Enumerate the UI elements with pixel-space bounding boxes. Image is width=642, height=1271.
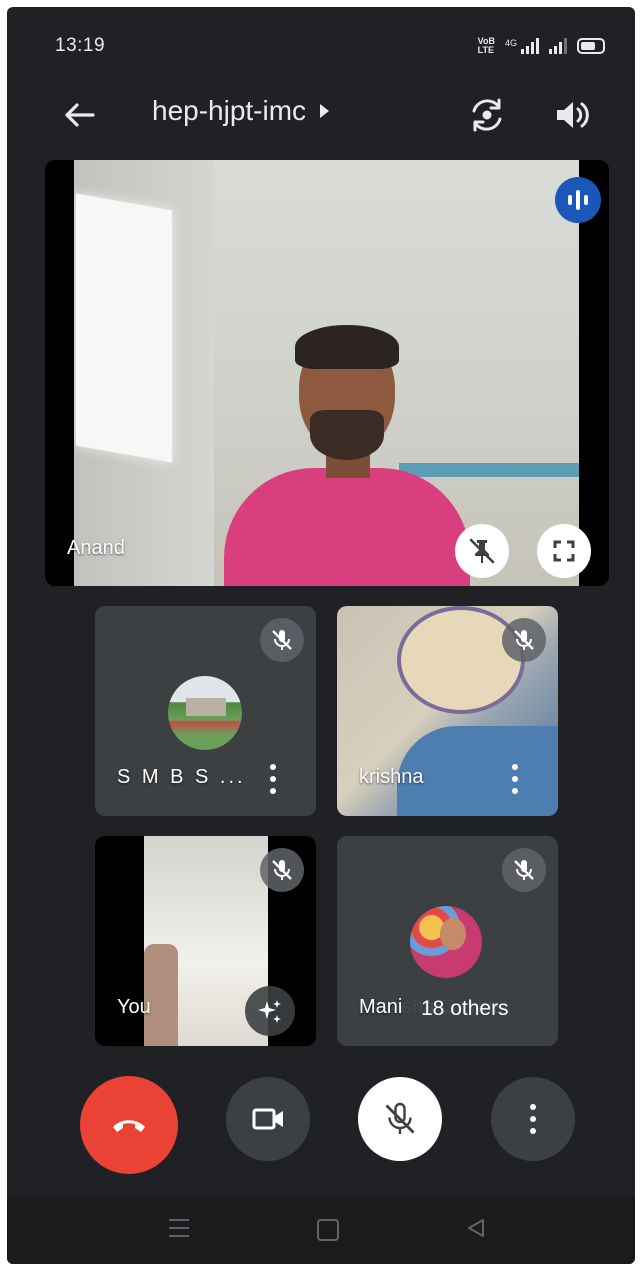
speaker-icon[interactable]: [549, 93, 593, 137]
participant-name: krishna: [359, 766, 424, 788]
nav-back-icon[interactable]: [465, 1217, 487, 1239]
window: [76, 193, 172, 463]
network-type: 4G: [504, 38, 517, 48]
more-vert-icon[interactable]: [268, 764, 278, 794]
avatar: [410, 906, 482, 978]
signal-icon-sim2: [549, 38, 567, 54]
participant-name: You: [117, 996, 151, 1018]
mic-off-icon: [260, 618, 304, 662]
arrow-left-icon[interactable]: [59, 95, 99, 135]
status-icons: VoB LTE 4G: [478, 37, 605, 55]
participant-video: [74, 160, 579, 586]
camera-toggle-button[interactable]: [226, 1077, 310, 1161]
fullscreen-icon: [553, 540, 575, 562]
participant-name: Anand: [67, 537, 125, 559]
status-time: 13:19: [55, 35, 106, 56]
participant-tile[interactable]: krishna: [337, 606, 558, 816]
self-view-tile[interactable]: You: [95, 836, 316, 1046]
more-options-button[interactable]: [491, 1077, 575, 1161]
mic-off-icon: [385, 1102, 415, 1134]
signal-icon: 4G: [505, 38, 539, 54]
avatar: [168, 676, 242, 750]
flip-camera-icon[interactable]: [465, 93, 509, 137]
participant-tile[interactable]: S M B S ...: [95, 606, 316, 816]
video-camera-icon: [252, 1108, 283, 1130]
participant-tile[interactable]: Manisha Gavale 18 others: [337, 836, 558, 1046]
home-icon[interactable]: [317, 1219, 339, 1241]
effects-button[interactable]: [245, 986, 295, 1036]
audio-level-icon: [555, 177, 601, 223]
sparkle-icon: [258, 1000, 281, 1023]
mic-toggle-button[interactable]: [358, 1077, 442, 1161]
unpin-icon: [469, 538, 495, 564]
phone-hangup-icon: [113, 1120, 145, 1132]
battery-icon: [577, 38, 605, 54]
meet-call-screen: 13:19 VoB LTE 4G hep-hjpt-imc Anand S M …: [7, 7, 635, 1264]
recents-icon[interactable]: [169, 1219, 189, 1237]
more-vert-icon[interactable]: [510, 764, 520, 794]
mic-off-icon: [502, 618, 546, 662]
leave-call-button[interactable]: [80, 1076, 178, 1174]
others-count-button[interactable]: 18 others: [401, 986, 529, 1032]
caret-right-icon: [320, 104, 330, 118]
more-vert-icon: [528, 1104, 538, 1134]
mic-off-icon: [260, 848, 304, 892]
volte-icon: VoB LTE: [477, 36, 495, 55]
unpin-button[interactable]: [455, 524, 509, 578]
participant-name: S M B S ...: [117, 766, 246, 788]
fullscreen-button[interactable]: [537, 524, 591, 578]
system-nav-bar: [7, 1197, 635, 1264]
pinned-participant-tile[interactable]: Anand: [45, 160, 609, 586]
meeting-code: hep-hjpt-imc: [152, 95, 307, 126]
meeting-title[interactable]: hep-hjpt-imc: [152, 95, 330, 127]
mic-off-icon: [502, 848, 546, 892]
